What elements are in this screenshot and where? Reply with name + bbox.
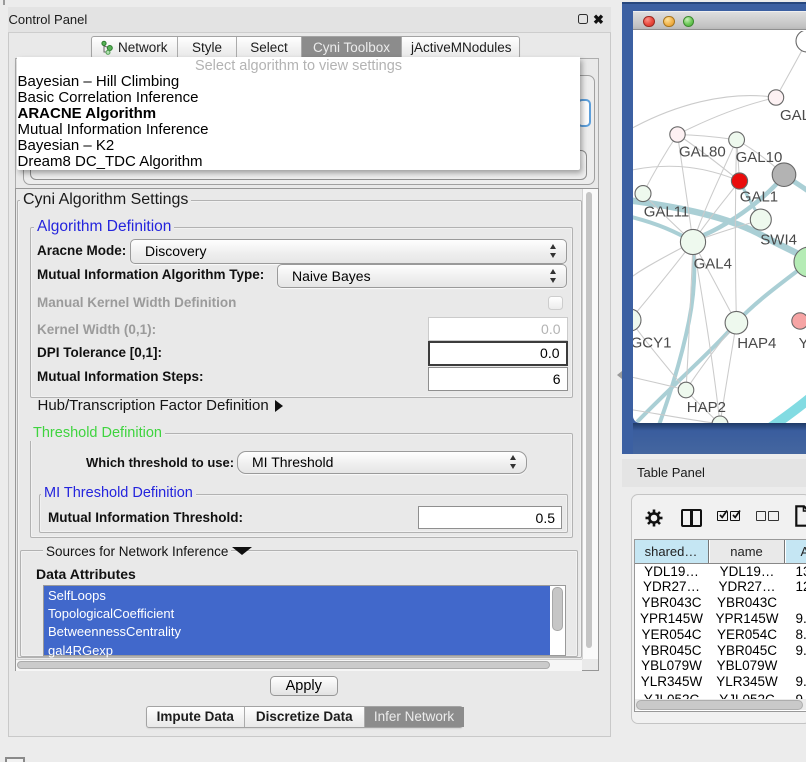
svg-text:GAL4: GAL4: [694, 256, 732, 273]
svg-text:Y: Y: [799, 335, 806, 352]
svg-text:HAP2: HAP2: [687, 399, 726, 416]
svg-text:GAL: GAL: [780, 107, 806, 124]
svg-text:HAP4: HAP4: [737, 335, 776, 352]
svg-text:SWI4: SWI4: [760, 232, 797, 249]
svg-text:GAL1: GAL1: [740, 189, 778, 206]
svg-text:GAL10: GAL10: [736, 149, 783, 166]
svg-text:GCY1: GCY1: [633, 335, 671, 352]
svg-text:GAL11: GAL11: [644, 204, 690, 221]
svg-text:GAL80: GAL80: [679, 144, 726, 161]
